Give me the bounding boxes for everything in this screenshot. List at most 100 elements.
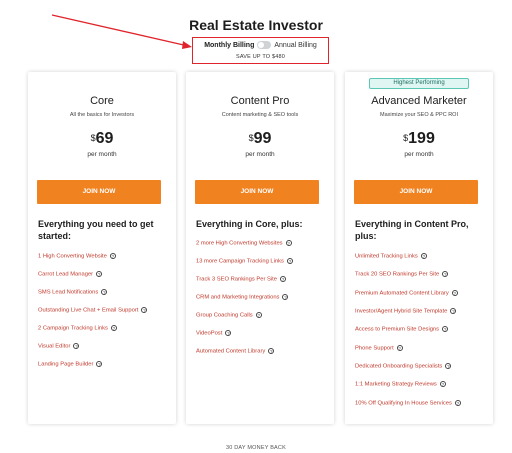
join-now-button-advanced-marketer[interactable]: JOIN NOW — [354, 180, 478, 204]
plan-description: All the basics for Investors — [69, 112, 135, 118]
features-title: Everything you need to get started: — [38, 219, 154, 241]
feature-item[interactable]: 2 Campaign Tracking Links? — [38, 325, 166, 333]
help-icon[interactable]: ? — [109, 253, 116, 259]
help-icon[interactable]: ? — [420, 253, 427, 259]
plan-price: $69 — [28, 130, 176, 148]
feature-label: 2 Campaign Tracking Links — [38, 325, 108, 332]
feature-label: Dedicated Onboarding Specialists — [355, 363, 443, 370]
help-icon[interactable]: ? — [225, 330, 232, 337]
feature-item[interactable]: Investor/Agent Hybrid Site Template? — [355, 307, 483, 316]
feature-item[interactable]: Dedicated Onboarding Specialists? — [355, 362, 483, 371]
feature-label: 1:1 Marketing Strategy Reviews — [355, 381, 437, 388]
feature-label: Carrot Lead Manager — [38, 271, 94, 278]
currency-symbol: $ — [90, 133, 96, 143]
page-title: Real Estate Investor — [189, 17, 323, 33]
highest-performing-badge: Highest Performing — [369, 78, 469, 89]
feature-item[interactable]: Group Coaching Calls? — [196, 312, 324, 320]
price-period: per month — [245, 151, 275, 158]
help-icon[interactable]: ? — [454, 399, 461, 406]
help-icon[interactable]: ? — [73, 343, 80, 350]
feature-label: Visual Editor — [38, 343, 71, 350]
feature-label: VideoPost — [196, 330, 223, 337]
plan-price: $199 — [345, 130, 493, 148]
help-icon[interactable]: ? — [439, 381, 446, 388]
feature-item[interactable]: Access to Premium Site Designs? — [355, 326, 483, 334]
feature-item[interactable]: Unlimited Tracking Links? — [355, 253, 483, 261]
feature-label: 13 more Campaign Tracking Links — [196, 258, 284, 265]
price-amount: 199 — [408, 130, 435, 147]
help-icon[interactable]: ? — [286, 258, 293, 265]
features-title: Everything in Core, plus: — [196, 219, 303, 229]
feature-item[interactable]: Phone Support? — [355, 344, 483, 353]
feature-list: 1 High Converting Website? Carrot Lead M… — [38, 253, 166, 379]
monthly-billing-label[interactable]: Monthly Billing — [204, 42, 254, 49]
help-icon[interactable]: ? — [96, 271, 103, 278]
help-icon[interactable]: ? — [268, 348, 275, 355]
feature-item[interactable]: 1:1 Marketing Strategy Reviews? — [355, 381, 483, 389]
plan-card-advanced-marketer: Highest Performing Advanced Marketer Max… — [345, 72, 493, 424]
feature-label: CRM and Marketing Integrations — [196, 294, 280, 301]
help-icon[interactable]: ? — [96, 361, 103, 368]
feature-list: 2 more High Converting Websites? 13 more… — [196, 240, 324, 366]
feature-label: 2 more High Converting Websites — [196, 240, 283, 247]
currency-symbol: $ — [248, 133, 254, 143]
toggle-knob — [258, 42, 265, 48]
feature-item[interactable]: Carrot Lead Manager? — [38, 271, 166, 279]
plan-name: Content Pro — [230, 95, 290, 107]
feature-item[interactable]: 10% Off Qualifying In House Services? — [355, 399, 483, 408]
help-icon[interactable]: ? — [282, 294, 289, 301]
help-icon[interactable]: ? — [451, 289, 458, 296]
feature-label: 1 High Converting Website — [38, 253, 107, 260]
money-back-guarantee: 30 DAY MONEY BACK — [226, 445, 286, 451]
plan-name: Advanced Marketer — [371, 95, 467, 107]
feature-label: Phone Support — [355, 345, 394, 352]
annual-billing-label[interactable]: Annual Billing — [274, 42, 316, 49]
billing-toggle[interactable] — [257, 41, 272, 49]
price-period: per month — [87, 151, 117, 158]
help-icon[interactable]: ? — [279, 276, 286, 283]
plan-description: Content marketing & SEO tools — [221, 112, 299, 118]
help-icon[interactable]: ? — [285, 240, 292, 246]
feature-label: Unlimited Tracking Links — [355, 253, 418, 260]
feature-item[interactable]: Visual Editor? — [38, 343, 166, 351]
feature-label: Automated Content Library — [196, 348, 266, 355]
feature-label: Landing Page Builder — [38, 361, 94, 368]
plan-name: Core — [90, 95, 114, 107]
join-now-button-core[interactable]: JOIN NOW — [37, 180, 161, 204]
features-title: Everything in Content Pro, plus: — [355, 219, 469, 241]
help-icon[interactable]: ? — [450, 307, 457, 314]
feature-item[interactable]: Landing Page Builder? — [38, 361, 166, 369]
feature-item[interactable]: Track 3 SEO Rankings Per Site? — [196, 276, 324, 284]
help-icon[interactable]: ? — [442, 326, 449, 333]
help-icon[interactable]: ? — [255, 312, 262, 319]
feature-item[interactable]: SMS Lead Notifications? — [38, 289, 166, 297]
save-text: SAVE UP TO $480 — [235, 54, 286, 60]
feature-label: SMS Lead Notifications — [38, 289, 99, 296]
feature-item[interactable]: Track 20 SEO Rankings Per Site? — [355, 271, 483, 279]
feature-item[interactable]: Outstanding Live Chat + Email Support? — [38, 307, 166, 315]
feature-label: Premium Automated Content Library — [355, 290, 449, 297]
feature-item[interactable]: CRM and Marketing Integrations? — [196, 294, 324, 302]
join-now-button-content-pro[interactable]: JOIN NOW — [195, 180, 319, 204]
plan-card-content-pro: Content Pro Content marketing & SEO tool… — [186, 72, 334, 424]
help-icon[interactable]: ? — [101, 289, 108, 296]
plan-description: Maximize your SEO & PPC ROI — [380, 112, 458, 118]
feature-item[interactable]: VideoPost? — [196, 330, 324, 338]
help-icon[interactable]: ? — [445, 362, 452, 369]
feature-item[interactable]: 1 High Converting Website? — [38, 253, 166, 261]
feature-label: Access to Premium Site Designs — [355, 326, 440, 333]
help-icon[interactable]: ? — [110, 325, 117, 332]
feature-item[interactable]: 2 more High Converting Websites? — [196, 240, 324, 248]
help-icon[interactable]: ? — [442, 271, 449, 278]
feature-item[interactable]: Premium Automated Content Library? — [355, 289, 483, 298]
feature-item[interactable]: 13 more Campaign Tracking Links? — [196, 258, 324, 266]
feature-label: Outstanding Live Chat + Email Support — [38, 307, 139, 314]
price-amount: 69 — [95, 130, 114, 147]
feature-item[interactable]: Automated Content Library? — [196, 348, 324, 356]
feature-label: Track 20 SEO Rankings Per Site — [355, 271, 440, 278]
help-icon[interactable]: ? — [396, 344, 403, 351]
help-icon[interactable]: ? — [141, 307, 148, 314]
feature-label: Investor/Agent Hybrid Site Template — [355, 308, 448, 315]
feature-label: Track 3 SEO Rankings Per Site — [196, 276, 277, 283]
price-period: per month — [404, 151, 434, 158]
